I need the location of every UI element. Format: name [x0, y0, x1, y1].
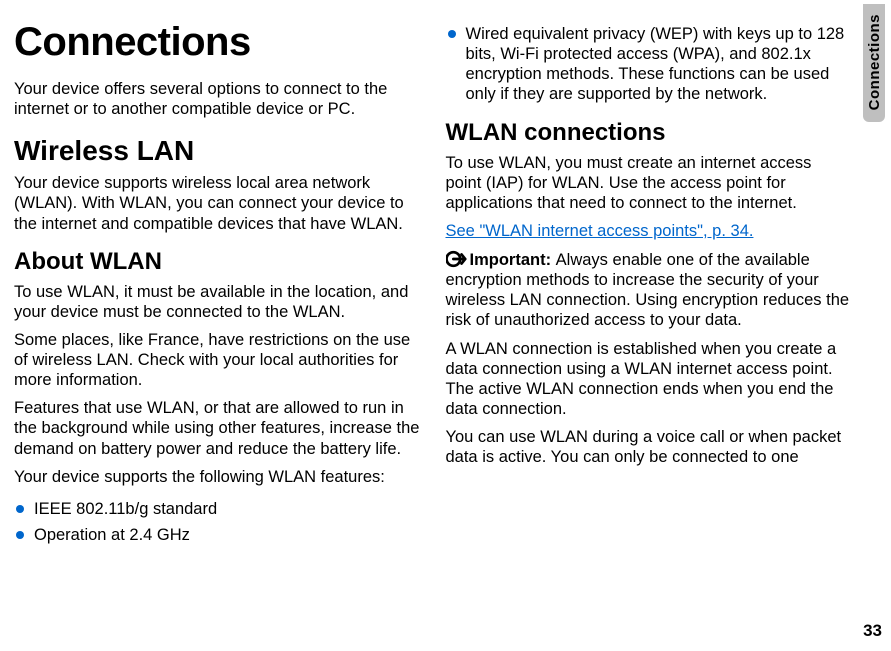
- column-left: Connections Your device offers several o…: [8, 20, 424, 635]
- important-block: Important: Always enable one of the avai…: [446, 249, 852, 331]
- about-wlan-p3: Features that use WLAN, or that are allo…: [14, 398, 420, 458]
- about-wlan-p4: Your device supports the following WLAN …: [14, 467, 420, 487]
- wlan-conn-p3: You can use WLAN during a voice call or …: [446, 427, 852, 467]
- wlan-conn-p2: A WLAN connection is established when yo…: [446, 339, 852, 420]
- page-container: Connections Connections Your device offe…: [0, 0, 891, 651]
- column-right: Wired equivalent privacy (WEP) with keys…: [442, 20, 852, 635]
- important-icon: [446, 249, 468, 269]
- intro-text: Your device offers several options to co…: [14, 79, 420, 119]
- wlan-iap-link[interactable]: See "WLAN internet access points", p. 34…: [446, 221, 852, 241]
- page-number: 33: [863, 621, 882, 641]
- about-wlan-p1: To use WLAN, it must be available in the…: [14, 282, 420, 322]
- wlan-features-right: Wired equivalent privacy (WEP) with keys…: [446, 24, 852, 111]
- heading-wlan-connections: WLAN connections: [446, 119, 852, 147]
- heading-wireless-lan: Wireless LAN: [14, 135, 420, 167]
- wlan-conn-p1: To use WLAN, you must create an internet…: [446, 153, 852, 213]
- feature-text: IEEE 802.11b/g standard: [34, 500, 217, 518]
- page-title: Connections: [14, 20, 420, 65]
- list-item: IEEE 802.11b/g standard: [14, 499, 420, 519]
- list-item: Wired equivalent privacy (WEP) with keys…: [446, 24, 852, 105]
- heading-about-wlan: About WLAN: [14, 248, 420, 276]
- wlan-features-left: IEEE 802.11b/g standard Operation at 2.4…: [14, 499, 420, 551]
- feature-text: Wired equivalent privacy (WEP) with keys…: [466, 25, 845, 103]
- list-item: Operation at 2.4 GHz: [14, 525, 420, 545]
- wireless-lan-text: Your device supports wireless local area…: [14, 173, 420, 233]
- content-columns: Connections Your device offers several o…: [8, 20, 851, 635]
- side-tab: Connections: [863, 4, 885, 122]
- feature-text: Operation at 2.4 GHz: [34, 526, 190, 544]
- side-tab-label: Connections: [866, 14, 883, 110]
- important-label: Important:: [470, 251, 556, 269]
- about-wlan-p2: Some places, like France, have restricti…: [14, 330, 420, 390]
